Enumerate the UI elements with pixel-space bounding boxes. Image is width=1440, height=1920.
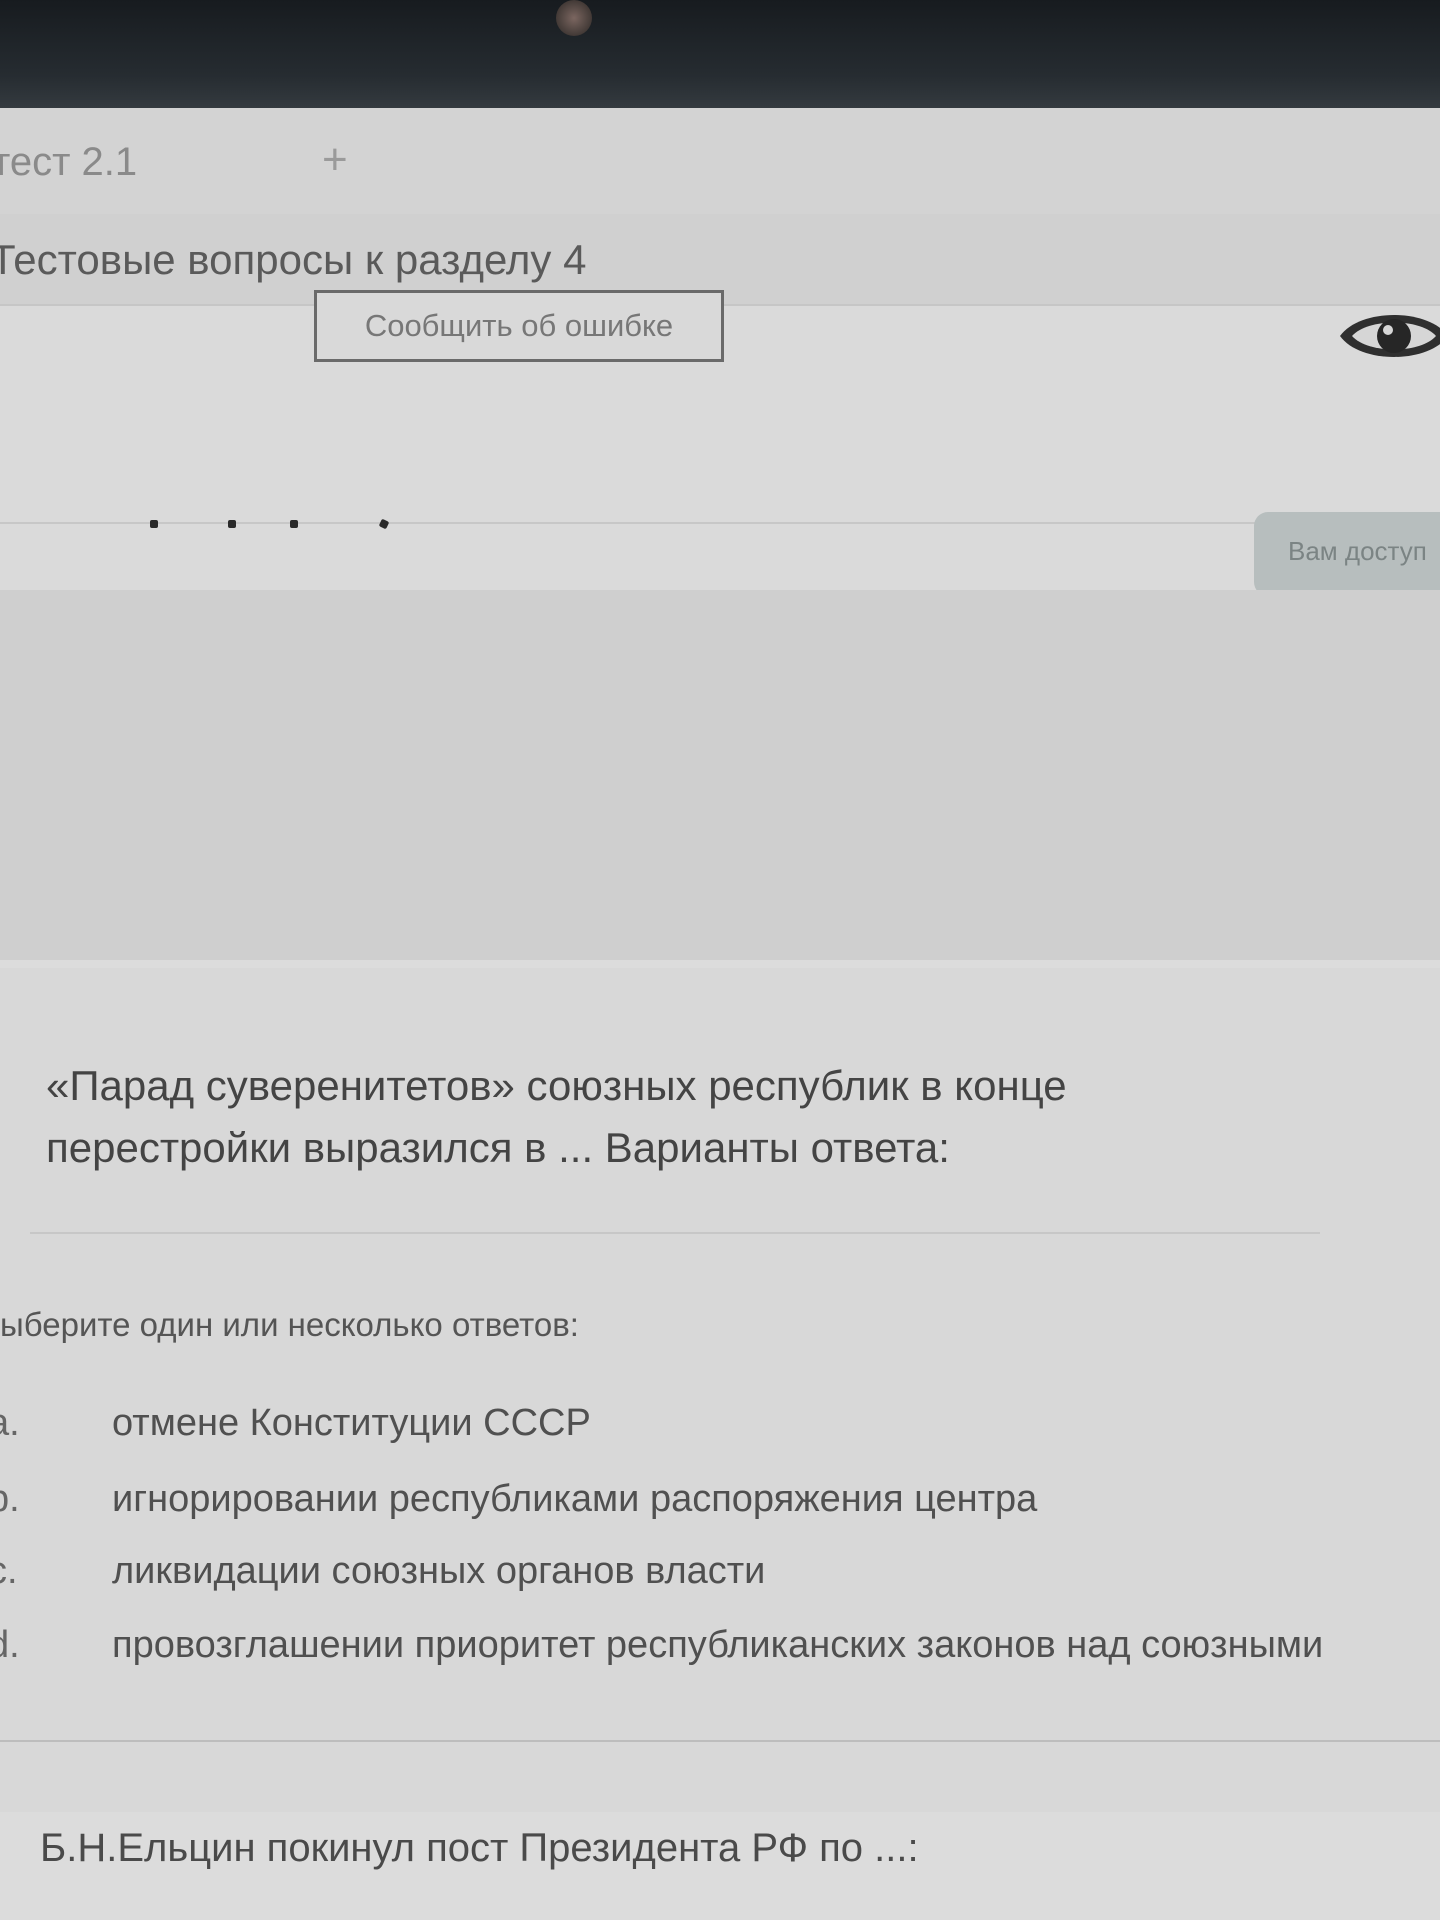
answer-text: отмене Конституции СССР xyxy=(112,1402,591,1444)
page-title: Тестовые вопросы к разделу 4 xyxy=(0,236,587,283)
answer-option[interactable]: c. ликвидации союзных органов власти xyxy=(0,1550,1440,1610)
answer-prompt: Выберите один или несколько ответов: xyxy=(0,1306,579,1343)
tab-bar: тест 2.1 + xyxy=(0,108,1440,214)
progress-dot xyxy=(378,518,390,530)
content-band xyxy=(0,590,1440,960)
progress-dot xyxy=(290,520,298,528)
question-divider xyxy=(30,1232,1320,1234)
tab-title[interactable]: тест 2.1 xyxy=(0,140,137,185)
progress-dots xyxy=(150,516,390,536)
progress-dot xyxy=(150,520,158,528)
laptop-bezel xyxy=(0,0,1440,108)
progress-dot xyxy=(228,520,236,528)
answer-text: ликвидации союзных органов власти xyxy=(112,1550,766,1592)
answer-letter: d. xyxy=(0,1624,20,1666)
question-text: «Парад суверенитетов» союзных республик … xyxy=(46,1062,1067,1171)
access-notice-text: Вам доступ xyxy=(1288,536,1427,566)
answer-option[interactable]: d. провозглашении приоритет республиканс… xyxy=(0,1624,1440,1684)
answer-option[interactable]: a. отмене Конституции СССР xyxy=(0,1402,1440,1462)
question-divider xyxy=(0,1740,1440,1742)
answer-letter: b. xyxy=(0,1478,20,1520)
report-error-button[interactable]: Сообщить об ошибке xyxy=(314,290,724,362)
answer-letter: c. xyxy=(0,1550,18,1592)
eye-icon[interactable] xyxy=(1338,304,1440,368)
answer-text: игнорировании республиками распоряжения … xyxy=(112,1478,1038,1520)
answer-letter: a. xyxy=(0,1402,20,1444)
next-question-text: Б.Н.Ельцин покинул пост Президента РФ по… xyxy=(40,1826,919,1870)
webcam xyxy=(556,0,592,36)
new-tab-button[interactable]: + xyxy=(322,138,348,182)
answer-text: провозглашении приоритет республиканских… xyxy=(112,1624,1324,1666)
answer-option[interactable]: b. игнорировании республиками распоряжен… xyxy=(0,1478,1440,1538)
access-notice: Вам доступ xyxy=(1254,512,1440,596)
